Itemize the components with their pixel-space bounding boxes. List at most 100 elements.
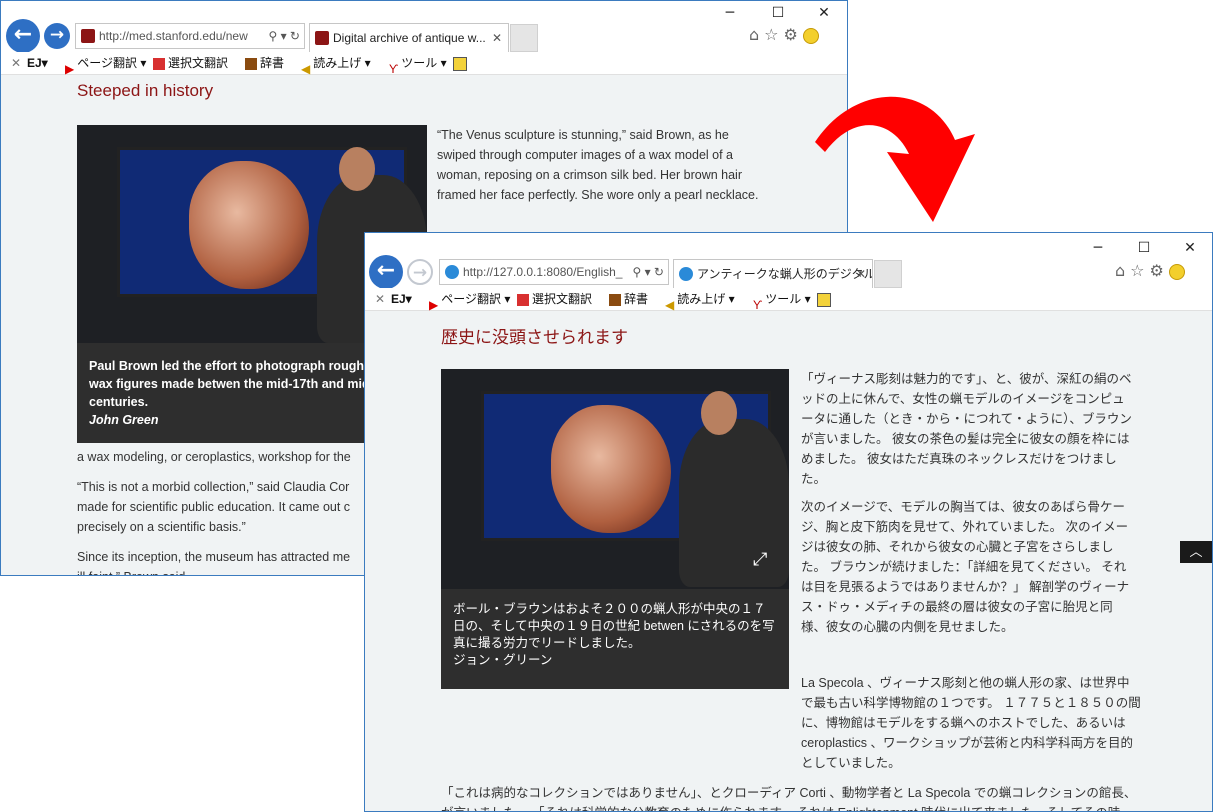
- new-tab-button[interactable]: [510, 24, 538, 52]
- body-line: ill faint,” Brown said.: [77, 567, 377, 575]
- wrench-icon: Ƴ: [753, 297, 763, 312]
- back-button[interactable]: ←: [6, 19, 40, 53]
- address-tools-icon[interactable]: ⚲ ▾ ↻: [265, 24, 300, 48]
- favorites-star-icon[interactable]: ☆: [764, 25, 783, 44]
- tools-button[interactable]: Ƴ ツール ▾: [753, 288, 811, 312]
- tab-close-icon[interactable]: ✕: [492, 24, 502, 52]
- help-icon[interactable]: [453, 52, 470, 74]
- speaker-icon: ◀: [665, 297, 675, 312]
- scroll-to-top-button[interactable]: ︿: [1180, 541, 1212, 563]
- close-button[interactable]: ✕: [1167, 238, 1212, 258]
- toolbar-right-icons: ⌂☆⚙: [749, 25, 819, 44]
- url-text: http://med.stanford.edu/new: [99, 29, 248, 43]
- read-aloud-button[interactable]: ◀ 読み上げ ▾: [665, 288, 735, 312]
- address-bar[interactable]: http://med.stanford.edu/new ⚲ ▾ ↻: [75, 23, 305, 49]
- article-body: a wax modeling, or ceroplastics, worksho…: [77, 447, 377, 575]
- dictionary-button[interactable]: 辞書: [245, 52, 284, 74]
- toolbar-close-icon[interactable]: ✕: [11, 52, 21, 74]
- museum-photo[interactable]: ⤢ ボール・ブラウンはおよそ２００の蝋人形が中央の１７日の、そして中央の１９日の…: [441, 369, 789, 689]
- paragraph: 次のイメージで、モデルの胸当ては、彼女のあばら骨ケージ、胸と皮下筋肉を見せて、外…: [801, 500, 1130, 634]
- new-tab-button[interactable]: [874, 260, 902, 288]
- translation-toolbar: ✕ EJ▾ ▶ ページ翻訳 ▾ 選択文翻訳 辞書 ◀ 読み上げ ▾ Ƴ ツール ▾: [365, 288, 1212, 312]
- stanford-favicon-icon: [81, 29, 95, 43]
- section-heading: 歴史に没頭させられます: [441, 328, 628, 347]
- select-translate-icon: [517, 293, 529, 306]
- select-translate-button[interactable]: 選択文翻訳: [153, 52, 228, 74]
- help-icon-shape: [817, 292, 831, 307]
- paragraph: 「ヴィーナス彫刻は魅力的です」、と、彼が、深紅の絹のベッドの上に休んで、女性の蝋…: [801, 372, 1132, 486]
- photo-credit: ジョン・グリーン: [453, 653, 553, 667]
- dictionary-icon: [609, 293, 621, 306]
- dictionary-label: 辞書: [624, 292, 649, 306]
- translation-toolbar: ✕ EJ▾ ▶ ページ翻訳 ▾ 選択文翻訳 辞書 ◀ 読み上げ ▾ Ƴ ツール ▾: [1, 52, 847, 76]
- maximize-button[interactable]: ☐: [755, 3, 801, 23]
- help-icon-shape: [453, 56, 467, 71]
- close-button[interactable]: ✕: [801, 3, 847, 23]
- back-button[interactable]: ←: [369, 255, 403, 289]
- play-icon: ▶: [65, 61, 75, 76]
- gear-icon[interactable]: ⚙: [1150, 261, 1169, 280]
- select-translate-button[interactable]: 選択文翻訳: [517, 288, 592, 310]
- tab-active[interactable]: アンティークな蝋人形のデジタル... ✕: [673, 259, 873, 289]
- section-heading: Steeped in history: [77, 81, 214, 100]
- maximize-button[interactable]: ☐: [1121, 238, 1167, 258]
- minimize-button[interactable]: ─: [707, 3, 753, 23]
- ej-dropdown[interactable]: EJ▾: [391, 288, 412, 310]
- forward-button[interactable]: →: [407, 259, 433, 285]
- tab-title: Digital archive of antique w...: [333, 31, 486, 45]
- page-translate-label: ページ翻訳: [441, 292, 501, 306]
- gear-icon[interactable]: ⚙: [784, 25, 803, 44]
- url-text: http://127.0.0.1:8080/English_: [463, 265, 623, 279]
- body-line: “This is not a morbid collection,” said …: [77, 480, 350, 494]
- tools-label: ツール: [765, 292, 802, 306]
- ie-favicon-icon: [445, 265, 459, 279]
- toolbar-close-icon[interactable]: ✕: [375, 288, 385, 310]
- page-translate-button[interactable]: ▶ ページ翻訳 ▾: [429, 288, 510, 312]
- forward-button[interactable]: →: [44, 23, 70, 49]
- wax-model-image: [189, 161, 309, 289]
- paragraph: La Specola 、ヴィーナス彫刻と他の蝋人形の家、は世界中で最も古い科学博…: [801, 676, 1141, 770]
- page-translate-button[interactable]: ▶ ページ翻訳 ▾: [65, 52, 146, 76]
- dictionary-button[interactable]: 辞書: [609, 288, 648, 310]
- tab-title: アンティークな蝋人形のデジタル...: [697, 267, 873, 281]
- page-translate-label: ページ翻訳: [77, 56, 137, 70]
- caption-text: ボール・ブラウンはおよそ２００の蝋人形が中央の１７日の、そして中央の１９日の世紀…: [453, 602, 775, 650]
- presenter-head: [339, 147, 375, 191]
- wax-model-image: [551, 405, 671, 533]
- red-arrow-icon: [815, 96, 975, 222]
- read-aloud-label: 読み上げ: [677, 292, 726, 306]
- tab-active[interactable]: Digital archive of antique w... ✕: [309, 23, 509, 53]
- select-translate-icon: [153, 57, 165, 70]
- tools-label: ツール: [401, 56, 438, 70]
- presenter-head: [701, 391, 737, 435]
- play-icon: ▶: [429, 297, 439, 312]
- title-bar: ← → http://med.stanford.edu/new ⚲ ▾ ↻ Di…: [1, 1, 847, 53]
- paragraph: 「これは病的なコレクションではありません」、とクローディア Corti 、動物学…: [441, 786, 1137, 811]
- minimize-button[interactable]: ─: [1075, 238, 1121, 258]
- smiley-feedback-icon[interactable]: [802, 27, 819, 44]
- ej-dropdown[interactable]: EJ▾: [27, 52, 48, 74]
- read-aloud-button[interactable]: ◀ 読み上げ ▾: [301, 52, 371, 76]
- tab-close-icon[interactable]: ✕: [856, 260, 866, 288]
- body-line: a wax modeling, or ceroplastics, worksho…: [77, 450, 351, 464]
- address-bar[interactable]: http://127.0.0.1:8080/English_ ⚲ ▾ ↻: [439, 259, 669, 285]
- address-tools-icon[interactable]: ⚲ ▾ ↻: [629, 260, 664, 284]
- body-line: Since its inception, the museum has attr…: [77, 550, 351, 564]
- dictionary-label: 辞書: [260, 56, 285, 70]
- read-aloud-label: 読み上げ: [313, 56, 362, 70]
- tab-favicon-icon: [315, 31, 329, 45]
- help-icon[interactable]: [817, 288, 834, 310]
- intro-paragraph: “The Venus sculpture is stunning,” said …: [437, 128, 759, 202]
- article-body: La Specola 、ヴィーナス彫刻と他の蝋人形の家、は世界中で最も古い科学博…: [441, 673, 1141, 811]
- home-icon[interactable]: ⌂: [1115, 261, 1130, 280]
- body-line: precisely on a scientific basis.”: [77, 520, 246, 534]
- tab-favicon-icon: [679, 267, 693, 281]
- home-icon[interactable]: ⌂: [749, 25, 764, 44]
- expand-icon[interactable]: ⤢: [753, 549, 767, 570]
- smiley-feedback-icon[interactable]: [1168, 263, 1185, 280]
- tools-button[interactable]: Ƴ ツール ▾: [389, 52, 447, 76]
- select-translate-label: 選択文翻訳: [168, 56, 229, 70]
- favorites-star-icon[interactable]: ☆: [1130, 261, 1149, 280]
- select-translate-label: 選択文翻訳: [532, 292, 593, 306]
- browser-window-japanese: ← → http://127.0.0.1:8080/English_ ⚲ ▾ ↻…: [364, 232, 1213, 812]
